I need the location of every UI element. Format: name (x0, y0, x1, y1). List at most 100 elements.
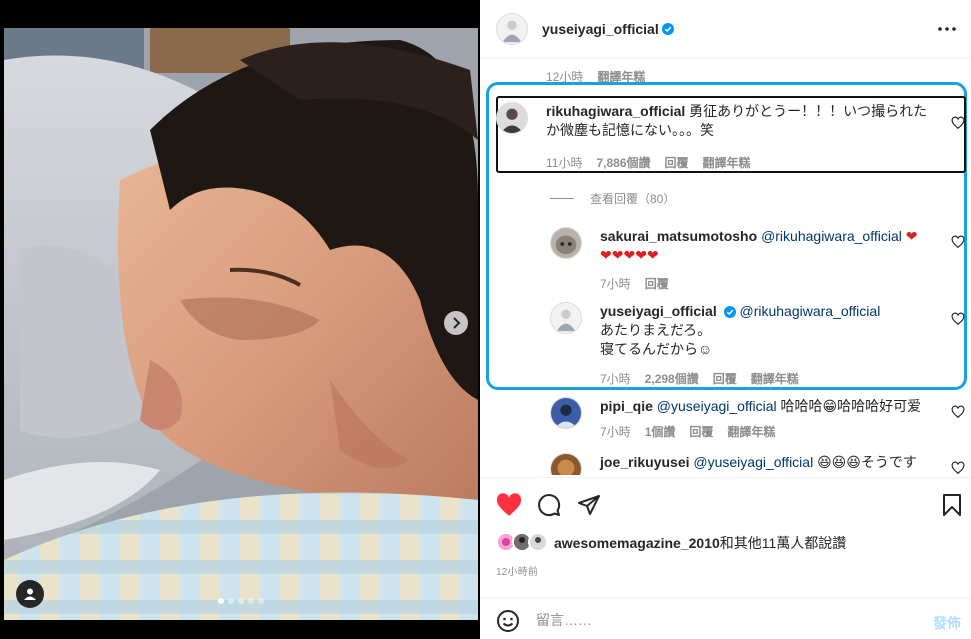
avatar (528, 532, 548, 552)
like-reply-heart-icon[interactable] (951, 312, 965, 326)
reply-text: 寝てるんだから☺ (600, 341, 713, 357)
post-author-username[interactable]: yuseiyagi_official (542, 21, 659, 37)
avatar[interactable] (550, 453, 582, 475)
avatar[interactable] (496, 12, 528, 45)
more-options-button[interactable] (935, 19, 959, 39)
reply-link[interactable]: 回覆 (689, 423, 713, 440)
avatar-image (551, 398, 581, 428)
post-photo (0, 0, 480, 639)
comment-likes-count[interactable]: 7,886個讚 (596, 154, 650, 171)
carousel-dot (228, 598, 234, 604)
avatar-image (530, 534, 546, 550)
reply-link[interactable]: 回覆 (645, 275, 669, 292)
reply-likes-count[interactable]: 2,298個讚 (645, 370, 699, 387)
comment-body: rikuhagiwara_official 勇征ありがとうー！！！いつ撮られた … (546, 102, 938, 140)
mention-link[interactable]: @rikuhagiwara_official (740, 303, 881, 319)
reply-username[interactable]: yuseiyagi_official (600, 303, 717, 319)
emoji-smiley-icon[interactable] (496, 609, 520, 633)
comment-button[interactable] (536, 492, 562, 518)
carousel-dot (238, 598, 244, 604)
comment-body: pipi_qie @yuseiyagi_official 哈哈哈😁哈哈哈好可爱 (600, 397, 940, 416)
liker-avatars (496, 532, 550, 554)
reply-time: 7小時 (600, 372, 631, 386)
reply-meta: 7小時 回覆 (600, 275, 669, 292)
comment-text: か微塵も記憶にない。。。笑 (546, 122, 714, 138)
tagged-users-button[interactable] (16, 580, 44, 608)
translate-link[interactable]: 翻譯年糕 (751, 370, 799, 387)
translate-link[interactable]: 翻譯年糕 (703, 154, 751, 171)
mention-link[interactable]: @yuseiyagi_official (693, 454, 813, 470)
next-image-button[interactable] (444, 311, 468, 335)
view-replies-label: 查看回覆（80） (590, 192, 676, 206)
comment-bubble-icon (538, 494, 561, 517)
carousel-dots (218, 598, 264, 604)
comment-username[interactable]: rikuhagiwara_official (546, 103, 685, 119)
reply-meta: 7小時 2,298個讚 回覆 翻譯年糕 (600, 370, 799, 387)
mention-link[interactable]: @yuseiyagi_official (657, 398, 777, 414)
comment-time: 7小時 (600, 425, 631, 439)
avatar[interactable] (550, 397, 582, 429)
reply-text: ❤❤❤❤❤ (600, 247, 659, 263)
avatar[interactable] (550, 302, 582, 334)
post-timestamp[interactable]: 12小時前 (496, 563, 538, 578)
comment-likes-count[interactable]: 1個讚 (645, 423, 676, 440)
comment-body: joe_rikuyusei @yuseiyagi_official 😆😆😆そうで… (600, 453, 940, 472)
carousel-dot (218, 598, 224, 604)
bookmark-icon (943, 494, 961, 516)
comment-meta: 11小時 7,886個讚 回覆 翻譯年糕 (546, 154, 751, 171)
likes-text: awesomemagazine_2010和其他11萬人都說讚 (554, 533, 846, 553)
reply-item: yuseiyagi_official @rikuhagiwara_officia… (480, 302, 971, 386)
chevron-right-icon (453, 317, 461, 329)
view-replies-toggle[interactable]: 查看回覆（80） (550, 190, 675, 207)
reply-item: sakurai_matsumotosho @rikuhagiwara_offic… (480, 227, 971, 292)
comment-input[interactable] (536, 609, 896, 631)
sleeping-person-photo (0, 0, 480, 639)
liker-username[interactable]: awesomemagazine_2010 (554, 535, 720, 551)
comment-username[interactable]: pipi_qie (600, 398, 653, 414)
comment-text: 😆😆😆そうです (817, 454, 917, 470)
avatar[interactable] (496, 102, 528, 134)
translate-link[interactable]: 翻譯年糕 (727, 423, 775, 440)
save-button[interactable] (939, 492, 965, 518)
post-comment-button[interactable]: 發佈 (933, 613, 961, 633)
comment-item: pipi_qie @yuseiyagi_official 哈哈哈😁哈哈哈好可爱 … (480, 397, 971, 441)
reply-link[interactable]: 回覆 (713, 370, 737, 387)
reply-link[interactable]: 回覆 (665, 154, 689, 171)
post-details-panel: yuseiyagi_official 12小時 翻譯年糕 rikuhagiwar… (480, 0, 971, 639)
comment-text: 勇征ありがとうー！！！いつ撮られた (689, 103, 928, 119)
comments-list[interactable]: 12小時 翻譯年糕 rikuhagiwara_official 勇征ありがとうー… (480, 59, 971, 475)
verified-badge-icon (661, 22, 674, 35)
more-horizontal-icon (938, 27, 956, 31)
likes-summary[interactable]: awesomemagazine_2010和其他11萬人都說讚 (496, 532, 846, 554)
likes-rest-text: 和其他11萬人都說讚 (719, 535, 847, 551)
comment-item: rikuhagiwara_official 勇征ありがとうー！！！いつ撮られた … (480, 102, 971, 177)
mention-link[interactable]: @rikuhagiwara_official (761, 228, 902, 244)
like-comment-heart-icon[interactable] (951, 461, 965, 475)
comment-time: 11小時 (546, 156, 583, 170)
avatar-image (551, 303, 581, 333)
reply-text: ❤ (905, 228, 918, 244)
share-button[interactable] (576, 492, 602, 518)
comment-meta: 7小時 1個讚 回覆 翻譯年糕 (600, 423, 775, 440)
reply-body: yuseiyagi_official @rikuhagiwara_officia… (600, 302, 940, 359)
like-reply-heart-icon[interactable] (951, 235, 965, 249)
post-actions-bar (480, 477, 971, 527)
avatar-image (497, 13, 527, 44)
avatar[interactable] (550, 227, 582, 259)
like-button[interactable] (496, 492, 522, 518)
divider-line (550, 198, 574, 199)
like-comment-heart-icon[interactable] (951, 405, 965, 419)
reply-text: あたりまえだろ。 (600, 322, 712, 338)
reply-username[interactable]: sakurai_matsumotosho (600, 228, 757, 244)
carousel-dot (258, 598, 264, 604)
comment-username[interactable]: joe_rikuyusei (600, 454, 690, 470)
user-icon (24, 588, 36, 600)
comment-item: joe_rikuyusei @yuseiyagi_official 😆😆😆そうで… (480, 453, 971, 475)
reply-time: 7小時 (600, 277, 631, 291)
paper-plane-icon (578, 495, 600, 515)
reply-body: sakurai_matsumotosho @rikuhagiwara_offic… (600, 227, 940, 265)
avatar-image (497, 103, 527, 133)
like-comment-heart-icon[interactable] (951, 116, 965, 130)
add-comment-bar: 發佈 (480, 598, 971, 639)
carousel-dot (248, 598, 254, 604)
